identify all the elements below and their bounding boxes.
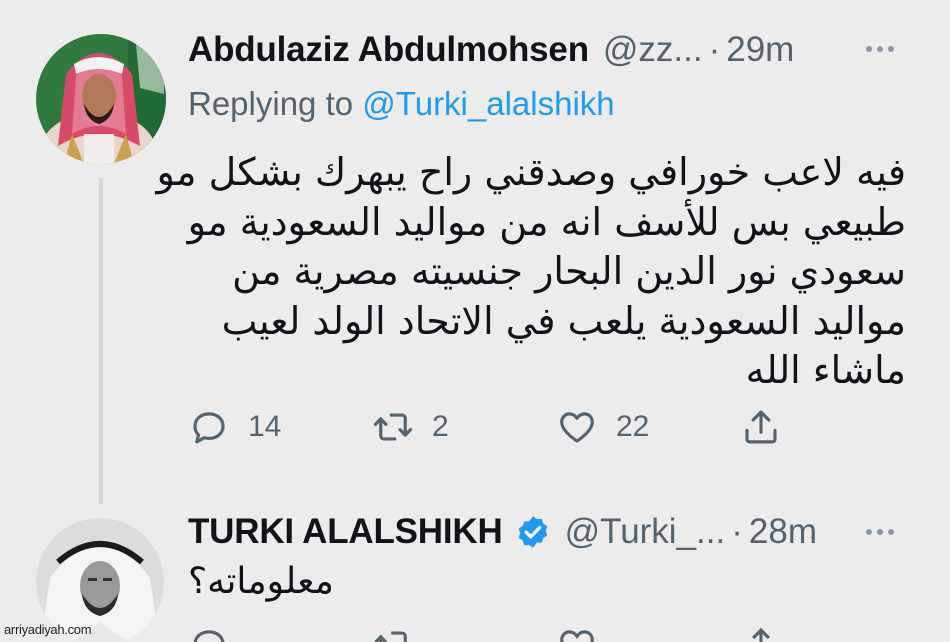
tweet-text-line: فيه لاعب خورافي وصدقني راح يبهرك بشكل مو — [156, 150, 906, 194]
tweet-actions — [188, 624, 924, 642]
tweet-text-line: سعودي نور الدين البحار جنسيته مصرية من — [232, 249, 906, 293]
tweet-header: Abdulaziz Abdulmohsen @zz... · 29m — [188, 30, 794, 70]
retweet-icon — [374, 631, 407, 642]
replying-to: Replying to @Turki_alalshikh — [188, 84, 615, 124]
avatar[interactable] — [36, 34, 166, 164]
tweet-text: فيه لاعب خورافي وصدقني راح يبهرك بشكل مو… — [156, 148, 906, 396]
separator-dot: · — [731, 512, 743, 551]
user-handle[interactable]: @Turki_... — [565, 512, 726, 552]
timestamp[interactable]: 28m — [749, 512, 817, 552]
user-handle[interactable]: @zz... — [603, 30, 703, 70]
tweet-text-line: طبيعي بس للأسف انه من مواليد السعودية مو — [187, 199, 906, 244]
tweet-text-line: ماشاء الله — [745, 348, 906, 392]
heart-icon — [560, 630, 594, 642]
share-button[interactable] — [740, 624, 924, 642]
watermark: arriyadiyah.com — [4, 622, 92, 637]
like-button[interactable]: 22 — [556, 406, 740, 448]
heart-icon — [560, 412, 594, 443]
more-options-icon[interactable] — [866, 529, 894, 535]
reply-button[interactable] — [188, 624, 372, 642]
verified-badge-icon — [518, 516, 547, 548]
display-name[interactable]: TURKI ALALSHIKH — [188, 512, 503, 552]
mention-link[interactable]: @Turki_alalshikh — [362, 85, 614, 122]
timestamp[interactable]: 29m — [726, 30, 794, 70]
thread-line — [99, 178, 103, 504]
separator-dot: · — [708, 30, 721, 69]
tweet-text-line: مواليد السعودية يلعب في الاتحاد الولد لع… — [221, 298, 906, 343]
share-button[interactable] — [740, 406, 924, 448]
replying-prefix: Replying to — [188, 85, 354, 122]
share-icon — [745, 410, 777, 444]
more-options-icon[interactable] — [866, 46, 894, 52]
reply-count: 14 — [248, 410, 282, 443]
share-icon — [752, 627, 770, 642]
retweet-button[interactable] — [372, 624, 556, 642]
like-count: 22 — [616, 410, 650, 443]
avatar-image — [36, 34, 166, 164]
retweet-button[interactable]: 2 — [372, 406, 556, 448]
retweet-icon — [373, 413, 413, 441]
tweet-text: معلوماته؟ — [188, 561, 334, 602]
retweet-count: 2 — [432, 410, 449, 443]
reply-icon — [193, 630, 225, 642]
tweet-thread: Abdulaziz Abdulmohsen @zz... · 29m Reply… — [0, 0, 950, 642]
reply-button[interactable]: 14 — [188, 406, 372, 448]
reply-icon — [193, 412, 225, 444]
like-button[interactable] — [556, 624, 740, 642]
tweet-actions: 14 2 22 — [188, 406, 924, 448]
display-name[interactable]: Abdulaziz Abdulmohsen — [188, 30, 589, 70]
tweet-header: TURKI ALALSHIKH @Turki_... · 28m — [188, 512, 817, 552]
